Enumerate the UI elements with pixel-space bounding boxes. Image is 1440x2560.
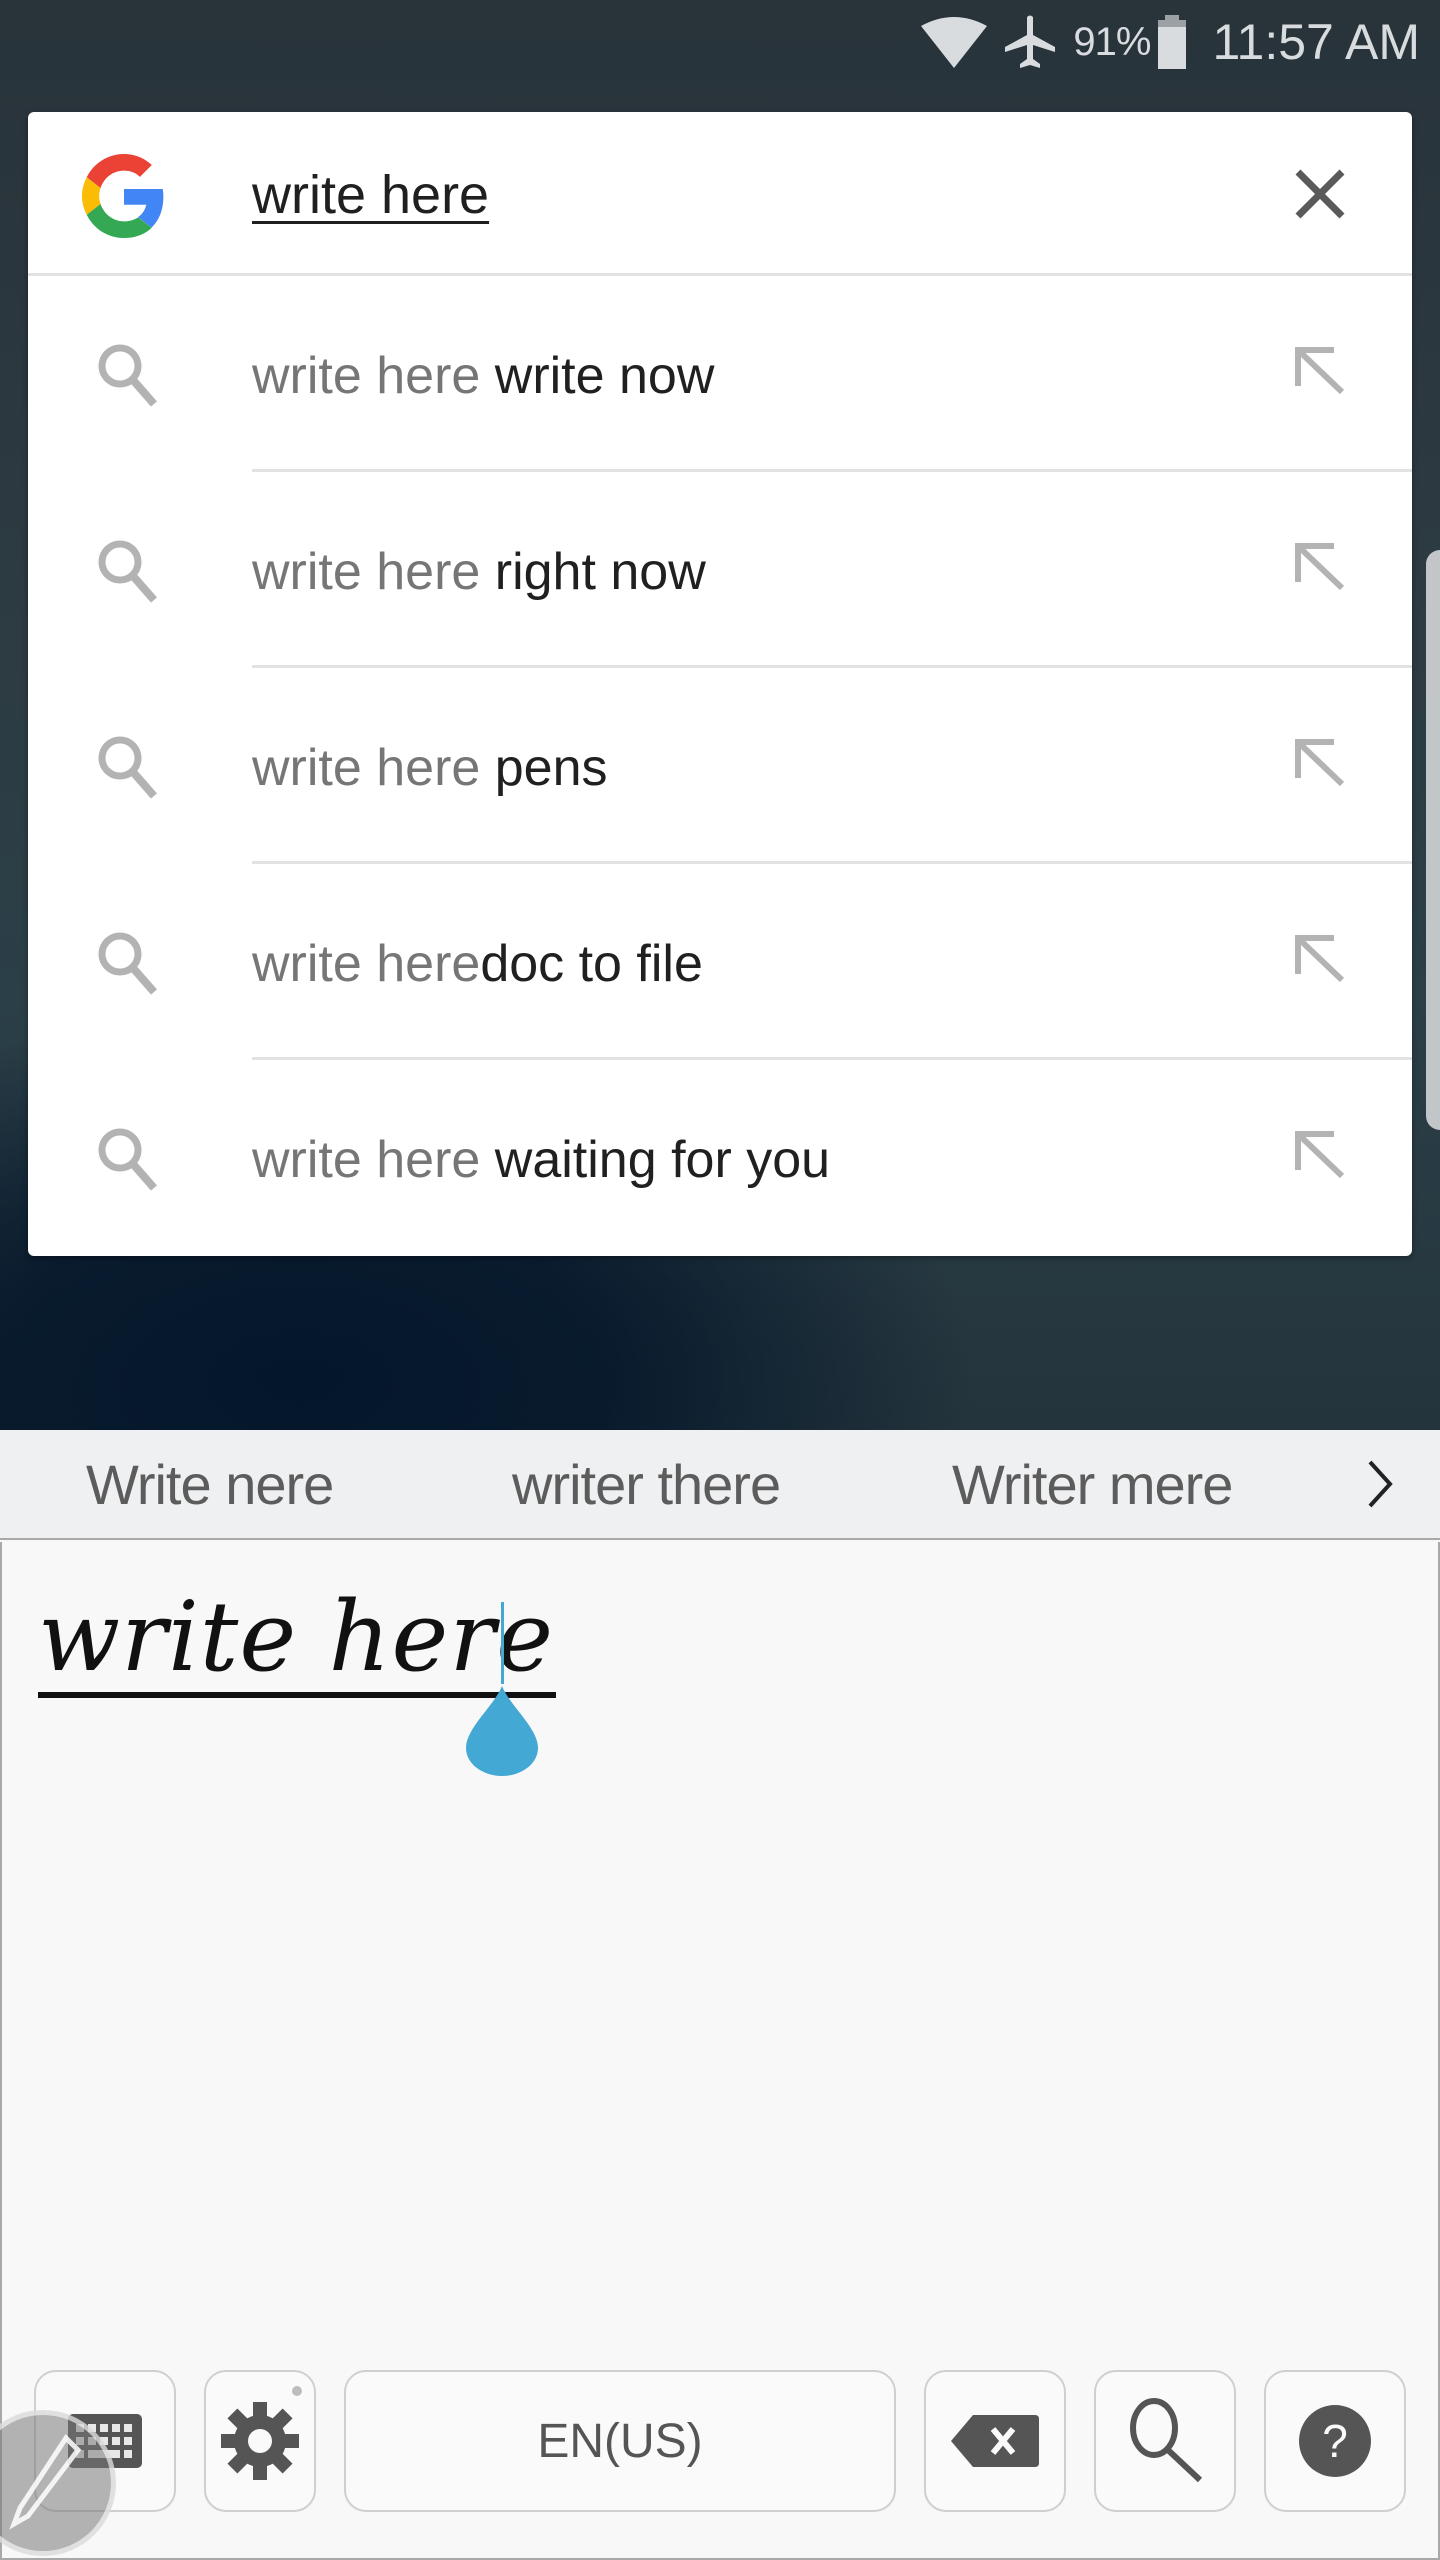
language-button[interactable]: EN(US)	[344, 2370, 896, 2512]
suggestion-completion: waiting for you	[480, 1131, 831, 1189]
backspace-icon	[951, 2415, 1039, 2467]
suggestion-completion: pens	[480, 739, 608, 797]
chevron-right-icon[interactable]	[1360, 1454, 1400, 1514]
search-icon	[98, 736, 158, 799]
suggestion-completion: doc to file	[480, 935, 703, 993]
fill-query-arrow-icon[interactable]	[1294, 738, 1350, 794]
fill-query-arrow-icon[interactable]	[1294, 346, 1350, 402]
search-suggestion[interactable]: write here write now	[28, 276, 1412, 472]
google-g-logo	[82, 154, 164, 238]
search-suggestion[interactable]: write here waiting for you	[28, 1060, 1412, 1256]
gear-icon	[221, 2402, 299, 2480]
search-button[interactable]	[1094, 2370, 1236, 2512]
fill-query-arrow-icon[interactable]	[1294, 542, 1350, 598]
search-suggestion[interactable]: write here right now	[28, 472, 1412, 668]
status-bar: 91% 11:57 AM	[0, 0, 1440, 84]
suggestion-text: write here right now	[252, 542, 706, 602]
fill-query-arrow-icon[interactable]	[1294, 1130, 1350, 1186]
search-bar: write here	[28, 112, 1412, 276]
suggestion-typed-part: write here	[252, 1131, 481, 1189]
settings-button[interactable]	[204, 2370, 316, 2512]
floating-pen-button[interactable]	[0, 2410, 116, 2556]
suggestion-typed-part: write here	[252, 935, 481, 993]
suggestion-completion: write now	[480, 347, 715, 405]
fill-query-arrow-icon[interactable]	[1294, 934, 1350, 990]
notification-dot	[292, 2386, 302, 2396]
suggestion-typed-part: write here	[252, 739, 481, 797]
candidate-word[interactable]: writer there	[512, 1452, 781, 1517]
pen-icon	[9, 2434, 82, 2530]
suggestion-text: write here pens	[252, 738, 608, 798]
airplane-mode-icon	[1005, 15, 1056, 69]
candidate-bar: Write nere writer there Writer mere	[0, 1430, 1440, 1540]
clock: 11:57 AM	[1212, 14, 1420, 70]
svg-text:?: ?	[1322, 2415, 1348, 2467]
language-label: EN(US)	[537, 2414, 703, 2468]
wifi-icon	[921, 16, 988, 68]
handwritten-text: write here	[38, 1582, 557, 1698]
suggestion-text: write heredoc to file	[252, 934, 703, 994]
help-button[interactable]: ?	[1264, 2370, 1406, 2512]
search-icon	[98, 344, 158, 407]
suggestion-list: write here write now write here right no…	[28, 276, 1412, 1256]
suggestion-typed-part: write here	[252, 543, 481, 601]
candidate-word[interactable]: Writer mere	[952, 1452, 1233, 1517]
search-suggestion[interactable]: write here pens	[28, 668, 1412, 864]
google-search-card: write here write here write now write he…	[28, 112, 1412, 1256]
close-icon[interactable]	[1290, 164, 1350, 224]
text-cursor	[501, 1602, 504, 1684]
search-icon	[1130, 2398, 1203, 2483]
search-icon	[98, 932, 158, 995]
battery-percent: 91%	[1073, 19, 1151, 64]
candidate-word[interactable]: Write nere	[86, 1452, 334, 1517]
suggestion-typed-part: write here	[252, 347, 481, 405]
search-query-input[interactable]: write here	[252, 164, 489, 226]
search-suggestion[interactable]: write heredoc to file	[28, 864, 1412, 1060]
backspace-button[interactable]	[924, 2370, 1066, 2512]
cursor-handle[interactable]	[466, 1686, 538, 1776]
search-icon	[98, 540, 158, 603]
help-icon: ?	[1299, 2405, 1371, 2477]
suggestion-text: write here waiting for you	[252, 1130, 830, 1190]
search-icon	[98, 1128, 158, 1191]
suggestion-completion: right now	[480, 543, 706, 601]
edge-panel-handle[interactable]	[1426, 550, 1440, 1130]
battery-icon	[1156, 15, 1188, 69]
suggestion-text: write here write now	[252, 346, 714, 406]
